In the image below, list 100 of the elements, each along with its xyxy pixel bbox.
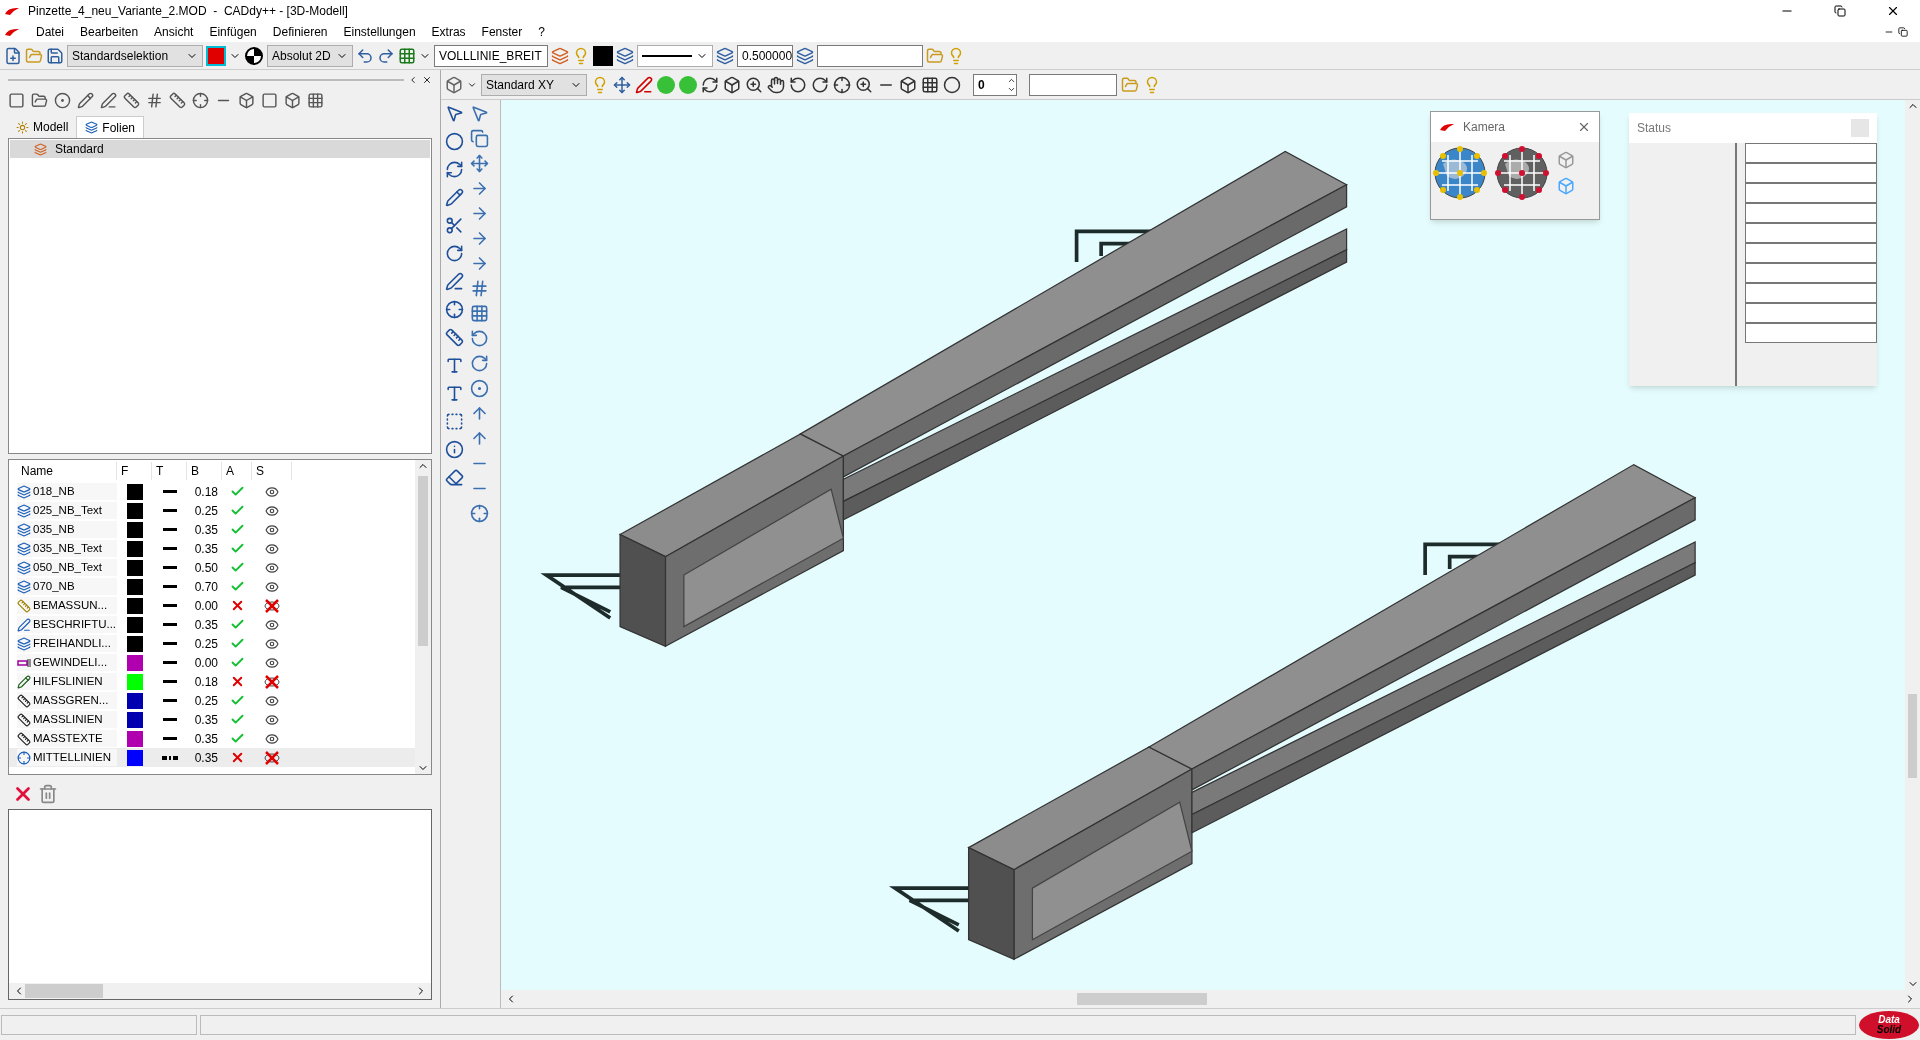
doc-restore-icon[interactable] — [1898, 27, 1908, 37]
menu-item[interactable]: Einfügen — [209, 23, 257, 41]
copy-icon[interactable] — [470, 129, 489, 148]
eye-icon[interactable] — [265, 655, 279, 670]
check-icon[interactable] — [229, 617, 245, 632]
pen-icon[interactable] — [445, 272, 464, 291]
eye-icon[interactable] — [265, 522, 279, 537]
column-header[interactable]: S — [252, 462, 292, 480]
rotate-icon[interactable] — [445, 160, 464, 179]
pan-hand-icon[interactable] — [767, 75, 785, 94]
check-icon[interactable] — [229, 636, 245, 651]
sphere-icon[interactable] — [445, 132, 464, 151]
edit-icon[interactable] — [100, 91, 117, 109]
eraser-icon[interactable] — [445, 468, 464, 487]
layer-row[interactable]: HILFSLINIEN 0.18 — [9, 672, 415, 691]
pin-icon[interactable] — [408, 75, 418, 85]
layers-icon[interactable] — [716, 46, 734, 65]
hatch-icon[interactable] — [146, 91, 163, 109]
color-swatch[interactable] — [126, 540, 143, 557]
color-swatch[interactable] — [126, 483, 143, 500]
layer-row[interactable]: MASSTEXTE 0.35 — [9, 729, 415, 748]
dimension-icon[interactable] — [123, 91, 140, 109]
column-header[interactable]: Name — [17, 462, 117, 480]
mesh-icon[interactable] — [921, 75, 939, 94]
color-swatch[interactable] — [126, 578, 143, 595]
view-dropdown[interactable]: Standard XY — [481, 73, 587, 96]
layer-row[interactable]: MASSLINIEN 0.35 — [9, 710, 415, 729]
pencil-icon[interactable] — [445, 188, 464, 207]
arrows-icon[interactable] — [470, 179, 489, 198]
color-swatch[interactable] — [126, 711, 143, 728]
line-width-field[interactable]: 0.500000 — [737, 44, 793, 67]
layer-row[interactable]: MASSGREN... 0.25 — [9, 691, 415, 710]
refresh-icon[interactable] — [445, 244, 464, 263]
menu-item[interactable]: Ansicht — [154, 23, 194, 41]
coordinate-mode-dropdown[interactable]: Absolut 2D — [267, 44, 353, 67]
eye-icon[interactable] — [265, 560, 279, 575]
eye-icon[interactable] — [265, 712, 279, 727]
info-icon[interactable] — [445, 440, 464, 459]
shaded-cube-icon[interactable] — [899, 75, 917, 94]
scroll-thumb[interactable] — [1908, 694, 1917, 778]
panel-tab[interactable]: Folien — [76, 116, 145, 138]
undo-icon[interactable] — [356, 46, 374, 65]
color-swatch[interactable] — [593, 45, 613, 66]
layer-row[interactable]: 035_NB_Text 0.35 — [9, 539, 415, 558]
zoom-window-icon[interactable] — [855, 75, 873, 94]
text-field[interactable] — [817, 44, 923, 67]
panel-close-icon[interactable] — [422, 75, 432, 85]
hidden-eye-icon[interactable] — [264, 750, 280, 765]
layer-row[interactable]: 018_NB 0.18 — [9, 482, 415, 501]
redo-icon[interactable] — [377, 46, 395, 65]
measure-icon[interactable] — [169, 91, 186, 109]
color-swatch[interactable] — [126, 673, 143, 690]
layer-row[interactable]: BEMASSUN... 0.00 — [9, 596, 415, 615]
crosshair-icon[interactable] — [445, 300, 464, 319]
scroll-thumb[interactable] — [25, 984, 103, 998]
arrow-cursor-icon[interactable] — [445, 104, 464, 123]
fit-icon[interactable] — [833, 75, 851, 94]
hatch-icon[interactable] — [445, 412, 464, 431]
menu-item[interactable]: Datei — [36, 23, 64, 41]
layers-icon[interactable] — [551, 46, 569, 65]
sphere-icon[interactable] — [943, 75, 961, 94]
status-field[interactable] — [1745, 243, 1877, 263]
layers-icon[interactable] — [616, 46, 634, 65]
text-pen-icon[interactable] — [445, 384, 464, 403]
dimension-icon[interactable] — [445, 328, 464, 347]
menu-item[interactable]: Einstellungen — [343, 23, 416, 41]
eye-icon[interactable] — [265, 617, 279, 632]
menu-item[interactable]: Fenster — [481, 23, 523, 41]
layer-row[interactable]: 035_NB 0.35 — [9, 520, 415, 539]
color-swatch[interactable] — [126, 616, 143, 633]
restore-icon[interactable] — [1834, 5, 1846, 17]
circle-icon[interactable] — [54, 91, 71, 109]
color-swatch[interactable] — [126, 654, 143, 671]
menu-item[interactable]: Extras — [431, 23, 466, 41]
eye-icon[interactable] — [265, 636, 279, 651]
check-icon[interactable] — [229, 712, 245, 727]
column-header[interactable]: T — [152, 462, 187, 480]
scroll-thumb[interactable] — [418, 476, 428, 646]
check-icon[interactable] — [229, 731, 245, 746]
color-swatch[interactable] — [126, 521, 143, 538]
color-swatch[interactable] — [126, 692, 143, 709]
eye-icon[interactable] — [265, 579, 279, 594]
move-icon[interactable] — [470, 154, 489, 173]
transform-icon[interactable] — [613, 75, 631, 94]
vertical-scrollbar[interactable] — [415, 460, 431, 774]
origin-icon[interactable] — [244, 45, 264, 66]
circle-target-icon[interactable] — [470, 504, 489, 523]
pen-icon[interactable] — [635, 75, 653, 94]
selection-mode-dropdown[interactable]: Standardselektion — [67, 44, 203, 67]
step-spinner[interactable]: 0 — [973, 73, 1017, 96]
column-header[interactable]: B — [187, 462, 222, 480]
color-swatch[interactable] — [126, 502, 143, 519]
status-field[interactable] — [1745, 203, 1877, 223]
status-field[interactable] — [1745, 283, 1877, 303]
menu-item[interactable]: Bearbeiten — [80, 23, 139, 41]
pointer-icon[interactable] — [470, 104, 489, 123]
eye-icon[interactable] — [265, 503, 279, 518]
zoom-icon[interactable] — [745, 75, 763, 94]
cube-zoom-icon[interactable] — [723, 75, 741, 94]
layers-icon[interactable] — [796, 46, 814, 65]
